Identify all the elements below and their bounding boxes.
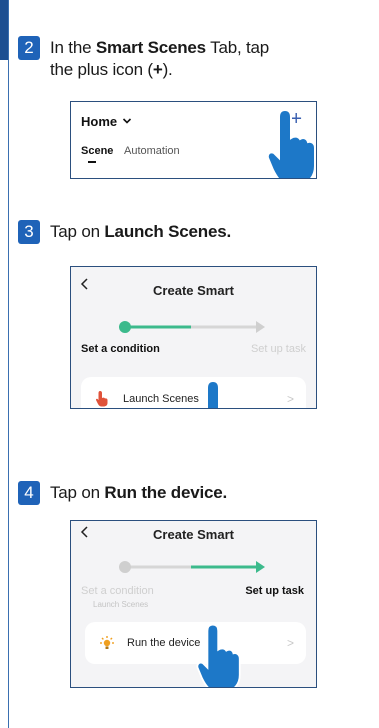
chevron-right-icon: > [286,636,294,650]
step-number-badge: 2 [18,36,40,60]
page-frame-line [8,0,9,728]
step-label-condition: Set a condition [81,585,154,597]
page-frame-accent [0,0,8,60]
light-bulb-icon [100,636,114,649]
screenshot-run-device: Create Smart Set a condition Launch Scen… [70,520,317,688]
tab-indicator [88,161,96,163]
step-label-task: Set up task [245,585,304,597]
progress-indicator [119,561,265,573]
step-number-badge: 4 [18,481,40,505]
step-sublabel: Launch Scenes [93,600,149,609]
step-instruction: Tap on Run the device. [50,483,228,502]
progress-indicator [119,321,265,333]
option-label: Launch Scenes [123,393,199,405]
tab-scene[interactable]: Scene [81,145,113,157]
screen-title: Create Smart [153,283,234,298]
home-label: Home [81,114,118,129]
tab-automation[interactable]: Automation [124,145,180,157]
tap-hand-icon [267,108,316,178]
step-number-badge: 3 [18,220,40,244]
tap-hand-icon [206,379,228,408]
step-label-condition: Set a condition [81,343,160,355]
launch-scenes-option[interactable]: Launch Scenes > [81,377,306,408]
screenshot-home-scene: Home + Scene Automation [70,101,317,179]
option-label: Run the device [127,637,201,649]
tap-hand-icon [196,623,241,687]
screenshot-launch-scenes: Create Smart Set a condition Set up task… [70,266,317,409]
step-instruction: In the Smart Scenes Tab, tap the plus ic… [50,38,270,79]
chevron-down-icon [122,118,132,124]
screen-title: Create Smart [153,527,234,542]
step-label-task: Set up task [250,343,306,355]
chevron-right-icon: > [286,392,294,406]
step-instruction: Tap on Launch Scenes. [50,222,232,241]
tap-finger-icon [95,391,108,407]
